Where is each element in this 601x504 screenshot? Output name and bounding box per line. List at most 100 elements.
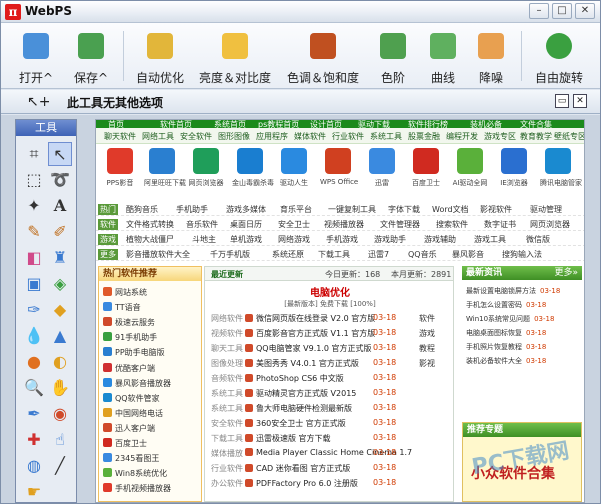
hand-grab-icon[interactable]: ☛ [22, 480, 46, 503]
category-link[interactable]: 影视软件 [480, 204, 512, 215]
tab-month[interactable]: 本月更新：2891 [391, 269, 451, 280]
eraser-tool-icon[interactable]: ◧ [22, 246, 46, 270]
category-link[interactable]: Word文档 [432, 204, 469, 215]
category-link[interactable]: 音乐软件 [186, 219, 218, 230]
recommend-item[interactable]: 优酷客户端 [103, 363, 155, 374]
app-tile[interactable]: PPS影音 [102, 148, 138, 188]
heal-tool-icon[interactable]: ✚ [22, 428, 46, 452]
zoom-tool-icon[interactable]: 🔍 [22, 376, 46, 400]
category-link[interactable]: 游戏辅助 [424, 234, 456, 245]
promo-banner[interactable]: 电脑优化 [最新版本] 免费下载 [100%] [205, 283, 455, 308]
restore-panel-button[interactable]: ▭ [555, 94, 569, 108]
category-link[interactable]: 千万手机版 [210, 249, 250, 260]
news-item[interactable]: 装机必备软件大全 03-18 [466, 356, 546, 366]
shape-tool-icon[interactable]: ◆ [48, 298, 72, 322]
lasso-tool-icon[interactable]: ➰ [48, 168, 72, 192]
burn-tool-icon[interactable]: ◐ [48, 350, 72, 374]
clone-stamp-icon[interactable]: ♜ [48, 246, 72, 270]
row-side-tag[interactable]: 影视 [419, 358, 435, 369]
category-link[interactable]: 游戏助手 [374, 234, 406, 245]
app-tile[interactable]: 金山毒霸杀毒 [232, 148, 274, 188]
recommend-item[interactable]: PP助手电脑版 [103, 347, 165, 358]
category-link[interactable]: 单机游戏 [230, 234, 262, 245]
category-link[interactable]: 安全卫士 [278, 219, 310, 230]
category-link[interactable]: 文件管理器 [380, 219, 420, 230]
category-link[interactable]: 手机助手 [176, 204, 208, 215]
hand-tool-icon[interactable]: ✋ [48, 376, 72, 400]
row-side-tag[interactable]: 教程 [419, 343, 435, 354]
move-tool-icon[interactable]: ↖ [48, 142, 72, 166]
update-row[interactable]: 安全软件 360安全卫士 官方正式版 03-18 [205, 416, 455, 430]
category-link[interactable]: 微信版 [526, 234, 550, 245]
crop-tool-icon[interactable]: ⌗ [22, 142, 46, 166]
update-row[interactable]: 视频软件 百度影音官方正式版 V1.1 官方版 03-18 游戏 [205, 326, 455, 340]
levels-button[interactable]: 色阶 [369, 26, 417, 86]
category-link[interactable]: 暴风影音 [452, 249, 484, 260]
recommend-item[interactable]: Win8系统优化 [103, 468, 167, 479]
category-link[interactable]: 育乐平台 [280, 204, 312, 215]
sharpen-tool-icon[interactable]: ▲ [48, 324, 72, 348]
category-link[interactable]: 斗地主 [192, 234, 216, 245]
update-row[interactable]: 网络软件 微信网页版在线登录 V2.0 官方版 03-18 软件 [205, 311, 455, 325]
category-link[interactable]: 视频播放器 [324, 219, 364, 230]
free-rotate-button[interactable]: 自由旋转 [529, 26, 589, 86]
recommend-item[interactable]: 网站系统 [103, 287, 147, 298]
category-link[interactable]: 一键复制工具 [328, 204, 376, 215]
news-item[interactable]: 手机照片恢复教程 03-18 [466, 342, 546, 352]
open-button[interactable]: 打开^ [13, 26, 59, 86]
minimize-button[interactable]: – [529, 3, 549, 19]
auto-enhance-button[interactable]: 自动优化 [131, 26, 189, 86]
line-tool-icon[interactable]: ╱ [48, 454, 72, 478]
blur-tool-icon[interactable]: 💧 [22, 324, 46, 348]
app-tile[interactable]: 腾讯电脑管家 [540, 148, 582, 188]
update-row[interactable]: 音频软件 PhotoShop CS6 中文版 03-18 [205, 371, 455, 385]
app-tile[interactable]: 迅雷 [364, 148, 400, 188]
update-row[interactable]: 下载工具 迅雷极速版 官方下载 03-18 [205, 431, 455, 445]
fill-bucket-icon[interactable]: ◈ [48, 272, 72, 296]
recommend-item[interactable]: 中国网络电话 [103, 408, 163, 419]
news-item[interactable]: 最新设置电脑锁屏方法 03-18 [466, 286, 560, 296]
update-row[interactable]: 系统工具 驱动精灵官方正式版 V2015 03-18 [205, 386, 455, 400]
category-link[interactable]: 游戏多媒体 [226, 204, 266, 215]
recommend-item[interactable]: 91手机助手 [103, 332, 157, 343]
recommend-item[interactable]: 暴风影音播放器 [103, 378, 171, 389]
curves-button[interactable]: 曲线 [421, 26, 465, 86]
denoise-button[interactable]: 降噪 [469, 26, 513, 86]
app-tile[interactable]: WPS Office [320, 148, 358, 186]
news-item[interactable]: 电脑桌面图标恢复 03-18 [466, 328, 546, 338]
category-link[interactable]: 网页浏览器 [530, 219, 570, 230]
pencil-tool-icon[interactable]: ✎ [22, 220, 46, 244]
category-link[interactable]: 桌面日历 [230, 219, 262, 230]
recommend-item[interactable]: 2345看图王 [103, 453, 159, 464]
row-side-tag[interactable]: 软件 [419, 313, 435, 324]
update-row[interactable]: 系统工具 鲁大师电脑硬件检测最新版 03-18 [205, 401, 455, 415]
news-more-link[interactable]: 更多» [554, 266, 578, 280]
app-tile[interactable]: 网页浏览器 [188, 148, 224, 188]
update-row[interactable]: 图像处理 美图秀秀 V4.0.1 官方正式版 03-18 影视 [205, 356, 455, 370]
marquee-tool-icon[interactable]: ⬚ [22, 168, 46, 192]
dodge-tool-icon[interactable]: ● [22, 350, 46, 374]
app-tile[interactable]: IE浏览器 [496, 148, 532, 188]
magic-wand-icon[interactable]: ✦ [22, 194, 46, 218]
recommend-item[interactable]: 迅人客户端 [103, 423, 155, 434]
category-link[interactable]: 迅雷7 [368, 249, 389, 260]
recommend-item[interactable]: TT语音 [103, 302, 141, 313]
tab-today[interactable]: 今日更新：168 [325, 269, 380, 280]
category-link[interactable]: 文件格式转换 [126, 219, 174, 230]
category-link[interactable]: 手机游戏 [326, 234, 358, 245]
category-link[interactable]: 酷狗音乐 [126, 204, 158, 215]
recommend-item[interactable]: 手机视频播放器 [103, 483, 171, 494]
recommend-item[interactable]: 百度卫士 [103, 438, 147, 449]
update-row[interactable]: 聊天工具 QQ电脑管家 V9.1.0 官方正式版 03-18 教程 [205, 341, 455, 355]
category-link[interactable]: QQ音乐 [408, 249, 437, 260]
color-replace-icon[interactable]: ◍ [22, 454, 46, 478]
close-button[interactable]: ✕ [575, 3, 595, 19]
category-link[interactable]: 字体下载 [388, 204, 420, 215]
tab-latest[interactable]: 最近更新 [211, 269, 243, 280]
red-eye-tool-icon[interactable]: ◉ [48, 402, 72, 426]
category-link[interactable]: 游戏工具 [474, 234, 506, 245]
category-link[interactable]: 下载工具 [318, 249, 350, 260]
category-link[interactable]: 搜索软件 [436, 219, 468, 230]
category-link[interactable]: 植物大战僵尸 [126, 234, 174, 245]
recommend-item[interactable]: QQ软件管家 [103, 393, 160, 404]
